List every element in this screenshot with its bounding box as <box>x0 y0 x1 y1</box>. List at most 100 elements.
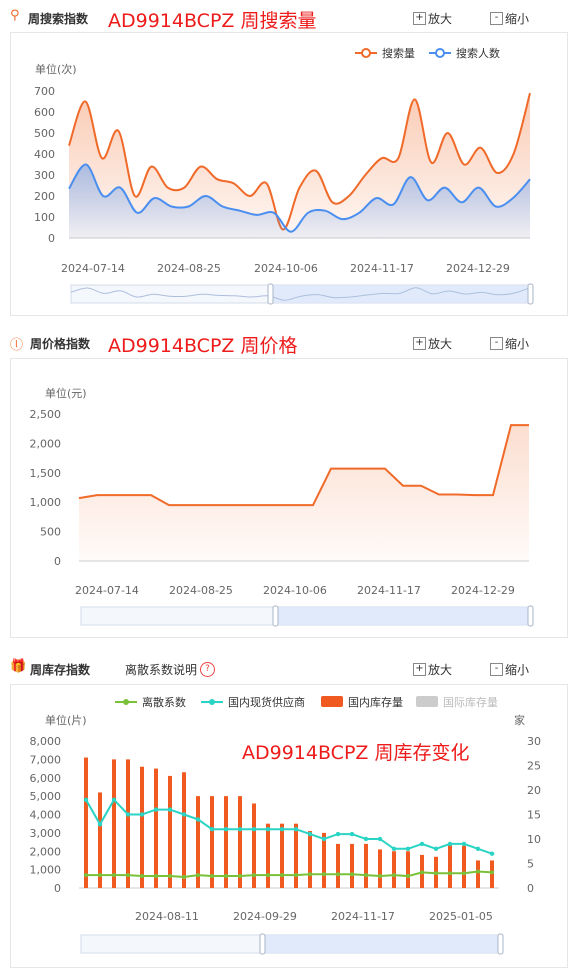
suppliers-point <box>307 831 313 837</box>
legend-intl-stock-swatch <box>416 696 438 707</box>
dispersion-point <box>224 874 228 879</box>
plus-icon: + <box>413 663 426 676</box>
dispersion-point <box>364 873 368 878</box>
legend-marker-search-count <box>361 48 371 58</box>
zoom-in-label: 放大 <box>428 337 453 351</box>
x-tick-label: 2024-12-29 <box>451 584 515 597</box>
x-tick-label: 2024-11-17 <box>357 584 421 597</box>
legend-domestic-stock: 国内库存量 <box>348 695 403 709</box>
dispersion-point <box>434 871 438 876</box>
y2-tick-label: 30 <box>527 735 541 748</box>
y-axis-label: 单位(元) <box>45 386 87 400</box>
stock-bar <box>112 759 116 888</box>
stock-bar <box>84 757 88 888</box>
price-zoom-in-button[interactable]: + 放大 <box>413 335 452 352</box>
dispersion-point <box>140 874 144 879</box>
legend-dispersion: 离散系数 <box>142 695 186 709</box>
dispersion-point <box>252 873 256 878</box>
search-chart-panel: 单位(次) 0 100 200 300 400 500 600 700 2024-07-14 202… <box>10 32 568 316</box>
stock-bar <box>476 860 480 888</box>
range-slider-right-handle[interactable] <box>497 933 504 955</box>
stock-bar <box>266 823 270 888</box>
x-tick-label: 2024-12-29 <box>446 262 510 275</box>
range-slider-selection[interactable] <box>263 935 501 953</box>
stock-bar <box>378 849 382 888</box>
suppliers-point <box>97 822 103 827</box>
x-tick-label: 2024-08-11 <box>135 910 199 923</box>
price-series-line <box>78 424 529 507</box>
range-slider-left-handle[interactable] <box>272 605 279 627</box>
dispersion-point <box>98 873 102 878</box>
legend-marker-searchers <box>435 48 445 58</box>
y-tick-label: 0 <box>48 232 55 245</box>
y2-tick-label: 5 <box>527 858 534 871</box>
stock-bar <box>308 831 312 888</box>
y-tick-label: 100 <box>34 211 55 224</box>
y-tick-label: 2,000 <box>30 845 62 858</box>
suppliers-line <box>85 798 493 855</box>
price-chart: 单位(元) 0 500 1,000 1,500 2,000 2,500 2024-07-14 2… <box>30 386 534 627</box>
help-link[interactable]: 离散系数说明? <box>125 661 216 678</box>
suppliers-point <box>139 812 145 817</box>
suppliers-point <box>251 827 257 832</box>
x-tick-label: 2024-11-17 <box>350 262 414 275</box>
y-tick-label: 5,000 <box>30 790 62 803</box>
range-slider-selection[interactable] <box>276 607 531 625</box>
y-tick-label: 500 <box>34 127 55 140</box>
suppliers-point <box>279 827 285 832</box>
range-slider-left-handle[interactable] <box>267 283 274 305</box>
dispersion-point <box>406 874 410 879</box>
stock-section-title: 周库存指数 <box>30 663 91 677</box>
legend-domestic-suppliers: 国内现货供应商 <box>228 695 305 709</box>
stock-bar <box>140 766 144 888</box>
suppliers-point <box>321 836 327 842</box>
suppliers-point <box>419 841 425 847</box>
dispersion-point <box>420 870 424 875</box>
y-tick-label: 500 <box>40 526 61 539</box>
search-chart: 单位(次) 0 100 200 300 400 500 600 700 2024-07-14 202… <box>34 46 534 305</box>
suppliers-point <box>391 846 397 851</box>
search-section-title: 周搜索指数 <box>28 12 89 26</box>
dispersion-point <box>294 873 298 878</box>
x-tick-label: 2024-10-06 <box>254 262 318 275</box>
x-tick-label: 2024-09-29 <box>233 910 297 923</box>
search-zoom-in-button[interactable]: + 放大 <box>413 10 452 27</box>
y2-tick-label: 20 <box>527 784 541 797</box>
y-tick-label: 2,500 <box>30 408 62 421</box>
dispersion-point <box>322 872 326 877</box>
suppliers-point <box>223 827 229 832</box>
price-zoom-out-button[interactable]: - 缩小 <box>490 335 529 352</box>
suppliers-point <box>167 807 173 812</box>
dispersion-point <box>462 871 466 876</box>
suppliers-point <box>111 797 117 802</box>
minus-icon: - <box>490 12 503 25</box>
y-tick-label: 6,000 <box>30 772 62 785</box>
range-slider-left-handle[interactable] <box>259 933 266 955</box>
y-tick-label: 2,000 <box>30 437 62 450</box>
zoom-out-label: 缩小 <box>505 12 530 26</box>
y-tick-label: 1,000 <box>30 864 62 877</box>
stock-chart-panel: 单位(片) 家 0 1,000 2,000 3,000 4,000 5,000 6,000 7,0… <box>10 684 568 968</box>
suppliers-point <box>237 827 243 832</box>
y-tick-label: 700 <box>34 85 55 98</box>
range-slider-right-handle[interactable] <box>527 605 534 627</box>
dispersion-point <box>210 874 214 879</box>
zoom-in-label: 放大 <box>428 12 453 26</box>
dispersion-point <box>336 872 340 877</box>
stock-bar <box>280 823 284 888</box>
stock-bar <box>336 843 340 888</box>
suppliers-point <box>265 827 271 832</box>
y-tick-label: 3,000 <box>30 827 62 840</box>
y-tick-label: 4,000 <box>30 809 62 822</box>
suppliers-point <box>475 846 481 851</box>
stock-zoom-in-button[interactable]: + 放大 <box>413 661 452 678</box>
legend-searchers: 搜索人数 <box>456 46 500 60</box>
stock-bar <box>168 775 172 888</box>
gift-box-icon: 🎁 <box>10 659 27 674</box>
range-slider-right-handle[interactable] <box>527 283 534 305</box>
search-zoom-out-button[interactable]: - 缩小 <box>490 10 529 27</box>
dispersion-point <box>196 873 200 878</box>
dispersion-point <box>266 873 270 878</box>
dispersion-line <box>86 870 493 878</box>
stock-zoom-out-button[interactable]: - 缩小 <box>490 661 529 678</box>
